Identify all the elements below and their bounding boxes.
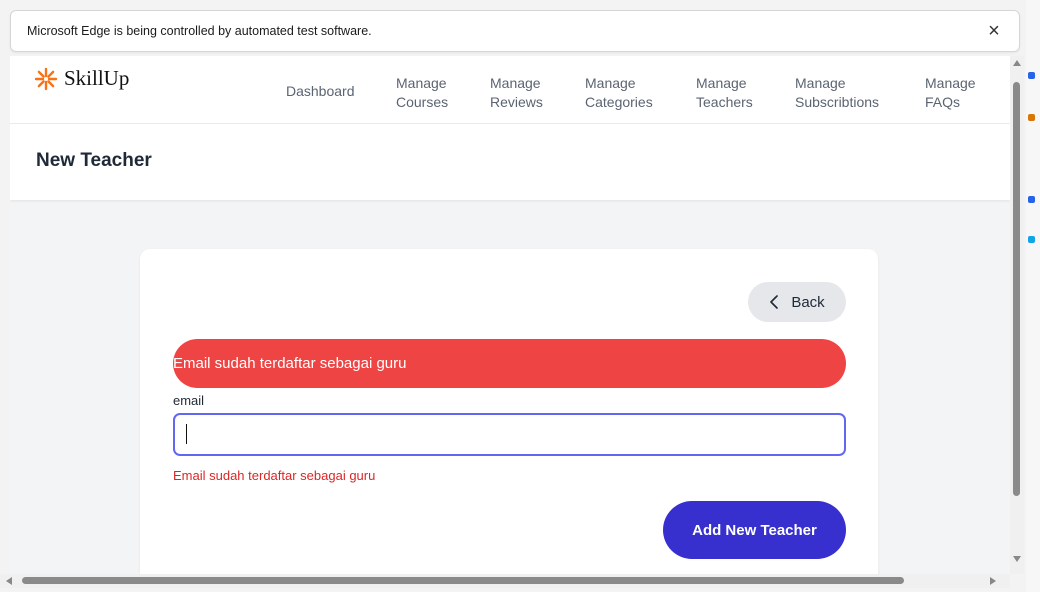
nav-item-dashboard[interactable]: Dashboard	[286, 82, 355, 101]
nav-item-manage-courses[interactable]: Manage Courses	[396, 74, 448, 112]
nav-item-sublabel: Courses	[396, 94, 449, 110]
nav-item-label: Manage	[795, 75, 846, 91]
sunburst-logo-icon	[34, 67, 58, 90]
nav-item-sublabel: Categories	[585, 94, 653, 110]
brand-name: SkillUp	[64, 66, 130, 90]
vertical-scrollbar[interactable]	[1010, 56, 1024, 574]
automation-infobar: Microsoft Edge is being controlled by au…	[10, 10, 1020, 52]
nav-item-label: Dashboard	[286, 83, 355, 99]
back-button-label: Back	[791, 293, 825, 311]
nav-item-manage-faqs[interactable]: Manage FAQs	[925, 74, 976, 112]
add-new-teacher-button[interactable]: Add New Teacher	[663, 501, 846, 559]
scroll-down-icon[interactable]	[1013, 556, 1021, 562]
page-viewport: SkillUp Dashboard Manage Courses Manage …	[10, 56, 1010, 574]
email-label: email	[173, 393, 205, 408]
horizontal-scrollbar[interactable]	[0, 574, 1010, 588]
infobar-message: Microsoft Edge is being controlled by au…	[27, 24, 372, 38]
edge-sidebar-strip	[1026, 0, 1040, 592]
error-alert: Email sudah terdaftar sebagai guru	[173, 339, 846, 388]
text-caret	[186, 424, 187, 444]
sidebar-app-icon[interactable]	[1028, 236, 1035, 243]
nav-item-manage-teachers[interactable]: Manage Teachers	[696, 74, 753, 112]
sidebar-app-icon[interactable]	[1028, 72, 1035, 79]
nav-item-label: Manage	[585, 75, 636, 91]
email-input[interactable]	[173, 413, 846, 456]
page-header: New Teacher	[10, 124, 1010, 200]
nav-item-label: Manage	[925, 75, 976, 91]
scroll-left-icon[interactable]	[6, 577, 12, 585]
horizontal-scroll-thumb[interactable]	[22, 577, 904, 584]
nav-item-sublabel: Reviews	[490, 94, 543, 110]
brand-logo[interactable]: SkillUp	[34, 66, 129, 91]
page-title: New Teacher	[36, 150, 152, 171]
close-icon[interactable]: ×	[981, 18, 1007, 44]
nav-item-manage-reviews[interactable]: Manage Reviews	[490, 74, 543, 112]
error-alert-message: Email sudah terdaftar sebagai guru	[173, 355, 407, 372]
chevron-left-icon	[770, 295, 779, 309]
back-button[interactable]: Back	[748, 282, 846, 322]
nav-item-label: Manage	[396, 75, 447, 91]
nav-item-label: Manage	[696, 75, 747, 91]
nav-item-manage-categories[interactable]: Manage Categories	[585, 74, 653, 112]
nav-item-label: Manage	[490, 75, 541, 91]
nav-item-sublabel: FAQs	[925, 94, 961, 110]
nav-item-manage-subscriptions[interactable]: Manage Subscribtions	[795, 74, 879, 112]
nav-item-sublabel: Subscribtions	[795, 94, 880, 110]
scroll-up-icon[interactable]	[1013, 60, 1021, 66]
sidebar-app-icon[interactable]	[1028, 196, 1035, 203]
new-teacher-form-card: Back Email sudah terdaftar sebagai guru …	[140, 249, 878, 574]
scroll-right-icon[interactable]	[990, 577, 996, 585]
vertical-scroll-thumb[interactable]	[1013, 82, 1020, 496]
top-navbar: SkillUp Dashboard Manage Courses Manage …	[10, 56, 1010, 124]
email-error-message: Email sudah terdaftar sebagai guru	[173, 468, 376, 483]
sidebar-app-icon[interactable]	[1028, 114, 1035, 121]
nav-item-sublabel: Teachers	[696, 94, 753, 110]
